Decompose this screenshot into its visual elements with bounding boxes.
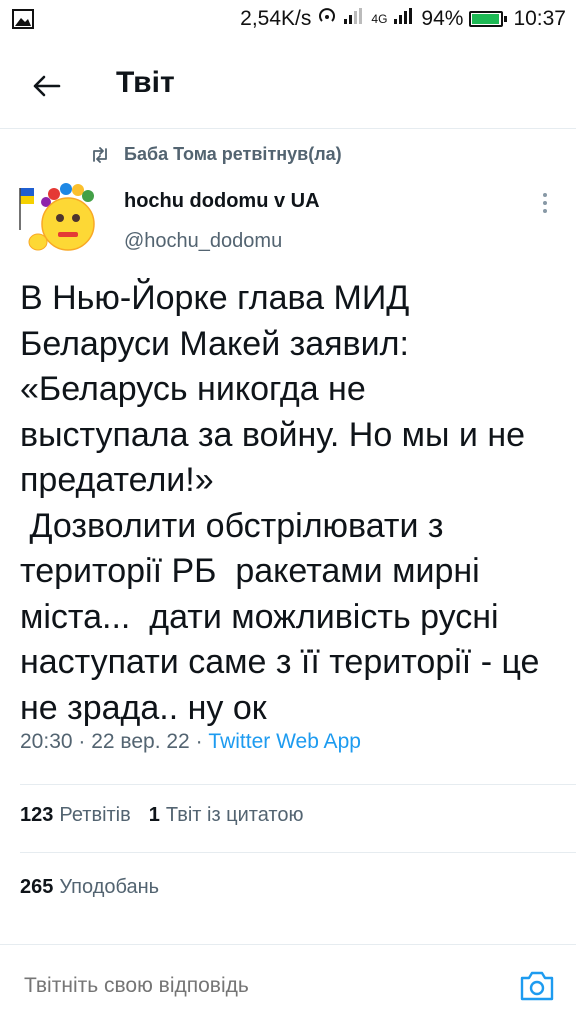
back-button[interactable]	[24, 64, 68, 108]
reply-bar	[0, 944, 576, 1025]
tweet-meta: 20:30 · 22 вер. 22 · Twitter Web App	[20, 730, 361, 753]
hotspot-icon	[317, 6, 337, 32]
likes-count: 265	[20, 876, 54, 898]
quotes-stat[interactable]: 1 Твіт із цитатою	[149, 804, 304, 827]
likes-stat[interactable]: 265 Уподобань	[20, 876, 159, 899]
more-vertical-icon	[543, 193, 547, 213]
more-options-button[interactable]	[530, 188, 560, 218]
retweets-stat[interactable]: 123 Ретвітів	[20, 804, 131, 827]
battery-percent: 94%	[421, 7, 464, 30]
likes-label: Уподобань	[59, 876, 160, 898]
battery-icon	[469, 11, 508, 27]
app-header: Твіт	[0, 40, 576, 129]
quotes-count: 1	[148, 804, 160, 826]
network-type: 4G	[371, 12, 388, 26]
page-title: Твіт	[116, 66, 175, 99]
signal-icon	[343, 7, 365, 31]
camera-icon	[520, 971, 554, 1001]
tweet-source-link[interactable]: Twitter Web App	[208, 730, 361, 753]
signal-icon-2	[393, 7, 415, 31]
status-bar: 2,54K/s 4G 94% 10:37	[0, 0, 576, 40]
author-name[interactable]: hochu dodomu v UA	[124, 190, 320, 213]
retweet-icon	[93, 146, 107, 163]
retweets-count: 123	[20, 804, 54, 826]
tweet-date: 22 вер. 22	[91, 730, 190, 753]
divider	[20, 784, 576, 785]
avatar[interactable]	[18, 180, 108, 258]
retweet-stats: 123 Ретвітів 1 Твіт із цитатою	[20, 804, 304, 827]
author-handle[interactable]: @hochu_dodomu	[124, 230, 282, 253]
tweet-text: В Нью-Йорке глава МИД Беларуси Макей зая…	[20, 279, 540, 727]
image-notification-icon	[12, 9, 34, 34]
tweet-time: 20:30	[20, 730, 73, 753]
arrow-left-icon	[33, 75, 61, 97]
quotes-label: Твіт із цитатою	[165, 804, 304, 826]
divider	[20, 852, 576, 853]
retweet-label: Баба Тома ретвітнув(ла)	[124, 144, 342, 164]
clock: 10:37	[513, 7, 566, 30]
camera-button[interactable]	[518, 969, 556, 1003]
reply-input[interactable]	[22, 973, 486, 999]
retweets-label: Ретвітів	[59, 804, 131, 826]
retweet-context[interactable]: Баба Тома ретвітнув(ла)	[90, 144, 342, 165]
likes-stats: 265 Уподобань	[20, 876, 159, 899]
network-speed: 2,54K/s	[240, 7, 312, 30]
